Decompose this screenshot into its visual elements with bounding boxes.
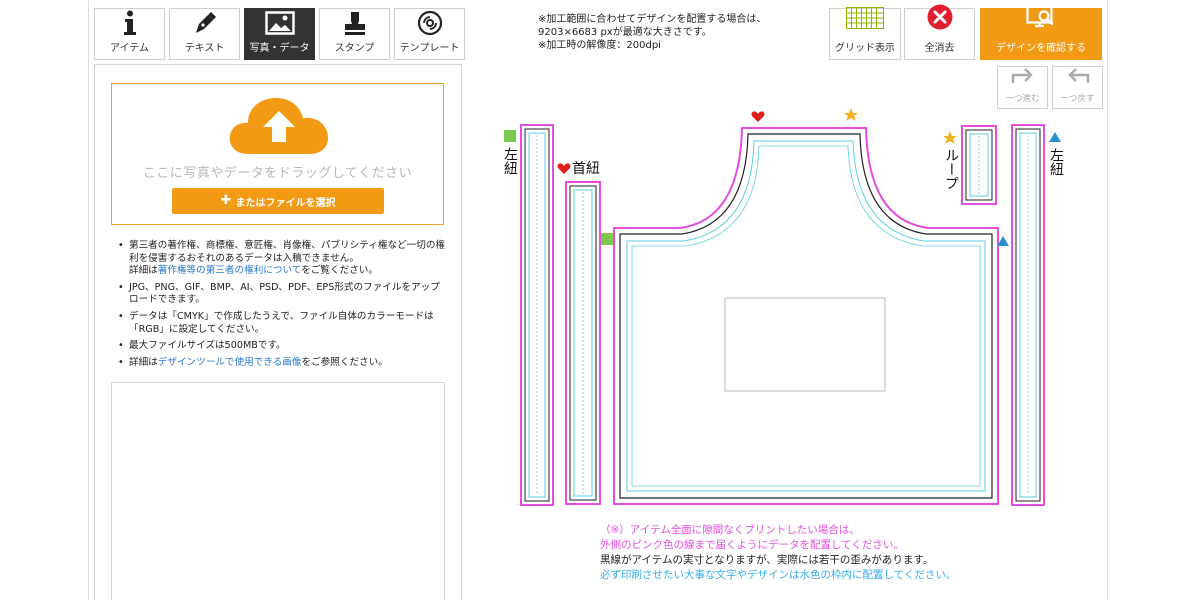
pocket-area[interactable] [724,297,886,392]
heart-marker [751,111,765,122]
right-tie-label: 左紐 [1048,148,1064,176]
right-tie-piece[interactable] [1011,124,1045,506]
loop-label: ループ [943,148,959,190]
heart-marker [557,163,571,174]
loop-piece[interactable] [961,125,997,205]
green-square-marker [601,233,613,245]
left-tie-piece[interactable] [520,124,554,506]
left-tie-label: 左紐 [502,147,518,175]
star-marker [844,108,858,121]
green-square-marker [504,130,516,142]
apron-body-piece[interactable] [613,127,999,505]
neck-strap-label: 首紐 [572,161,600,177]
star-marker [943,131,957,144]
print-guidelines: （※）アイテム全面に隙間なくプリントしたい場合は、 外側のピンク色の線まで届くよ… [600,524,957,581]
blue-triangle-marker [1049,132,1061,142]
neck-strap-piece[interactable] [565,181,601,505]
design-canvas[interactable] [0,0,1200,600]
